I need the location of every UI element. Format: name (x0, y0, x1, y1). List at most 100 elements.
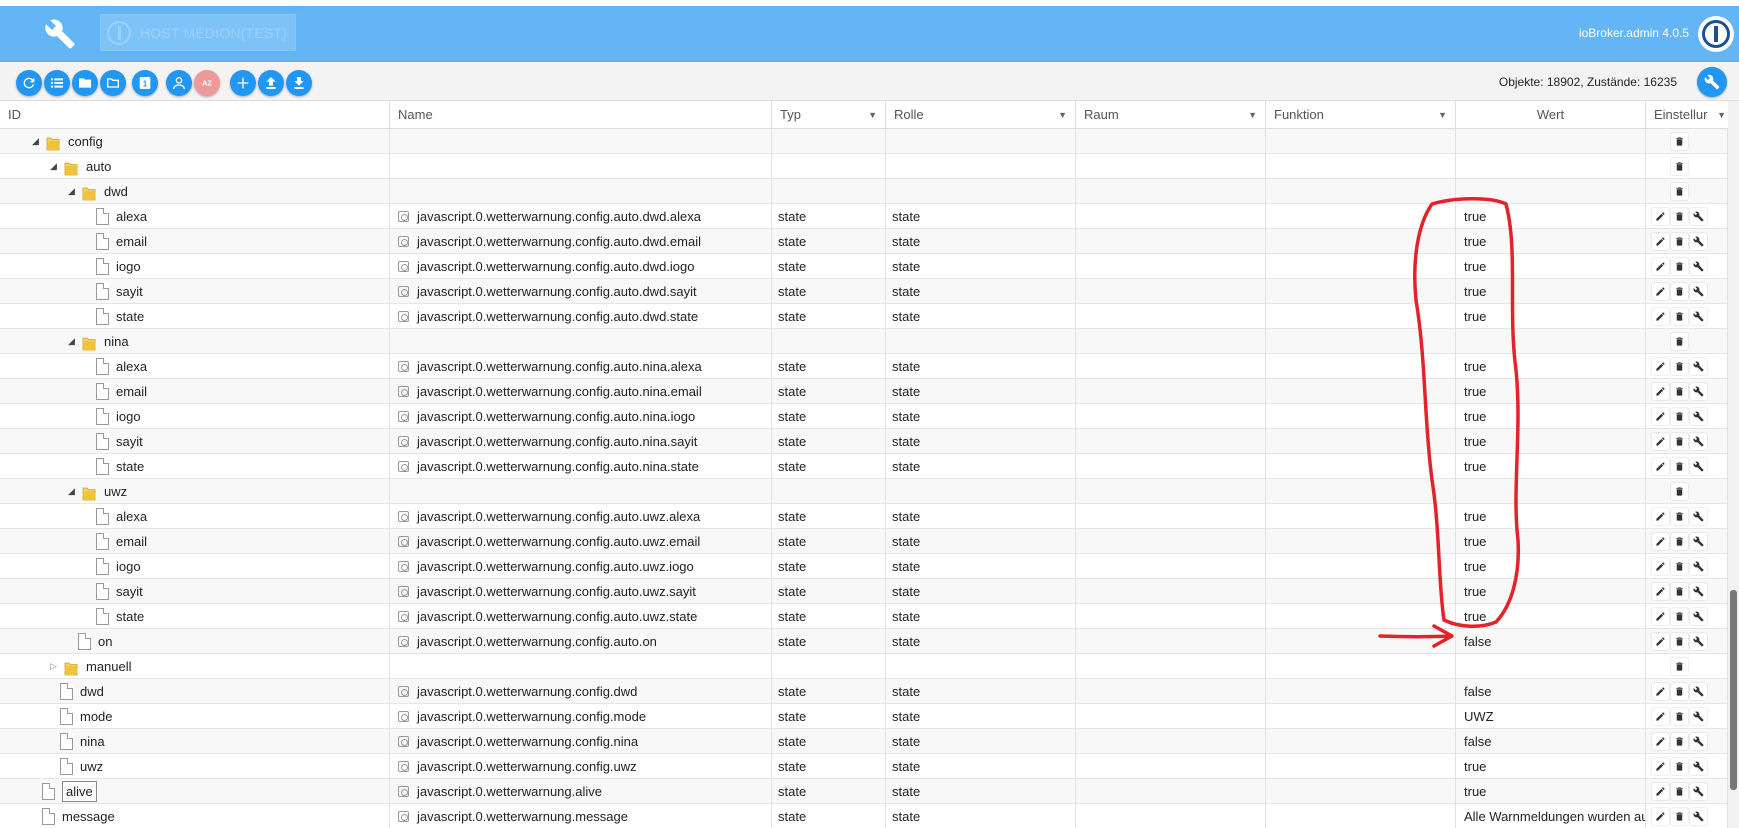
table-row[interactable]: iogo javascript.0.wetterwarnung.config.au… (0, 554, 1728, 579)
custom-settings-button[interactable] (1690, 508, 1707, 525)
edit-button[interactable] (1652, 508, 1669, 525)
custom-settings-button[interactable] (1690, 783, 1707, 800)
delete-button[interactable] (1671, 783, 1688, 800)
edit-button[interactable] (1652, 458, 1669, 475)
delete-button[interactable] (1671, 708, 1688, 725)
table-row[interactable]: state javascript.0.wetterwarnung.config.a… (0, 304, 1728, 329)
wert-cell[interactable]: true (1456, 404, 1646, 429)
wert-cell[interactable]: true (1456, 604, 1646, 629)
column-header-id[interactable]: ID (0, 101, 390, 129)
wrench-icon[interactable] (44, 18, 76, 50)
table-row[interactable]: ◢ uwz (0, 479, 1728, 504)
wert-cell[interactable]: Alle Warnmeldungen wurden au (1456, 804, 1646, 828)
custom-settings-button[interactable] (1690, 758, 1707, 775)
settings-button[interactable] (1697, 67, 1727, 97)
table-row[interactable]: email javascript.0.wetterwarnung.config.a… (0, 229, 1728, 254)
custom-settings-button[interactable] (1690, 583, 1707, 600)
table-row[interactable]: on javascript.0.wetterwarnung.config.auto… (0, 629, 1728, 654)
sort-button[interactable]: AZ (194, 70, 220, 96)
delete-button[interactable] (1671, 408, 1688, 425)
custom-settings-button[interactable] (1690, 558, 1707, 575)
custom-settings-button[interactable] (1690, 608, 1707, 625)
delete-button[interactable] (1671, 683, 1688, 700)
table-row[interactable]: message javascript.0.wetterwarnung.messag… (0, 804, 1728, 828)
edit-button[interactable] (1652, 608, 1669, 625)
add-object-button[interactable] (230, 70, 256, 96)
edit-button[interactable] (1652, 433, 1669, 450)
refresh-button[interactable] (16, 70, 42, 96)
table-row[interactable]: state javascript.0.wetterwarnung.config.a… (0, 454, 1728, 479)
custom-settings-button[interactable] (1690, 458, 1707, 475)
column-header-wert[interactable]: Wert (1456, 101, 1646, 129)
custom-settings-button[interactable] (1690, 708, 1707, 725)
delete-button[interactable] (1671, 433, 1688, 450)
delete-button[interactable] (1671, 283, 1688, 300)
edit-button[interactable] (1652, 308, 1669, 325)
custom-settings-button[interactable] (1690, 258, 1707, 275)
filter-dropdown-icon[interactable]: ▼ (868, 101, 877, 129)
delete-button[interactable] (1671, 458, 1688, 475)
table-row[interactable]: ◢ auto (0, 154, 1728, 179)
wert-cell[interactable]: UWZ (1456, 704, 1646, 729)
table-row[interactable]: alexa javascript.0.wetterwarnung.config.a… (0, 204, 1728, 229)
table-row[interactable]: ◢ dwd (0, 179, 1728, 204)
collapse-triangle-icon[interactable]: ◢ (50, 154, 57, 179)
iobroker-brand-icon[interactable] (1698, 16, 1734, 52)
edit-button[interactable] (1652, 233, 1669, 250)
column-header-einstellungen[interactable]: Einstellur ▼ (1646, 101, 1728, 129)
table-row[interactable]: sayit javascript.0.wetterwarnung.config.a… (0, 579, 1728, 604)
wert-cell[interactable]: false (1456, 679, 1646, 704)
custom-settings-button[interactable] (1690, 733, 1707, 750)
delete-button[interactable] (1671, 658, 1688, 675)
custom-settings-button[interactable] (1690, 383, 1707, 400)
edit-button[interactable] (1652, 583, 1669, 600)
wert-cell[interactable]: true (1456, 554, 1646, 579)
delete-button[interactable] (1671, 358, 1688, 375)
wert-cell[interactable]: false (1456, 729, 1646, 754)
custom-settings-button[interactable] (1690, 283, 1707, 300)
collapse-triangle-icon[interactable]: ◢ (68, 329, 75, 354)
custom-settings-button[interactable] (1690, 808, 1707, 825)
table-row[interactable]: alexa javascript.0.wetterwarnung.config.a… (0, 354, 1728, 379)
table-row[interactable]: email javascript.0.wetterwarnung.config.a… (0, 529, 1728, 554)
table-row[interactable]: alive javascript.0.wetterwarnung.alive sta… (0, 779, 1728, 804)
delete-button[interactable] (1671, 508, 1688, 525)
wert-cell[interactable]: true (1456, 379, 1646, 404)
custom-settings-button[interactable] (1690, 233, 1707, 250)
custom-settings-button[interactable] (1690, 308, 1707, 325)
table-row[interactable]: ◢ nina (0, 329, 1728, 354)
table-row[interactable]: ▷ manuell (0, 654, 1728, 679)
table-row[interactable]: email javascript.0.wetterwarnung.config.a… (0, 379, 1728, 404)
table-row[interactable]: state javascript.0.wetterwarnung.config.a… (0, 604, 1728, 629)
edit-button[interactable] (1652, 358, 1669, 375)
expand-level-button[interactable]: 1 (132, 70, 158, 96)
delete-button[interactable] (1671, 533, 1688, 550)
column-header-funktion[interactable]: Funktion ▼ (1266, 101, 1456, 129)
custom-settings-button[interactable] (1690, 358, 1707, 375)
table-row[interactable]: sayit javascript.0.wetterwarnung.config.a… (0, 279, 1728, 304)
list-view-button[interactable] (44, 70, 70, 96)
collapse-triangle-icon[interactable]: ◢ (32, 129, 39, 154)
custom-settings-button[interactable] (1690, 533, 1707, 550)
table-row[interactable]: iogo javascript.0.wetterwarnung.config.au… (0, 404, 1728, 429)
table-row[interactable]: dwd javascript.0.wetterwarnung.config.dwd… (0, 679, 1728, 704)
delete-button[interactable] (1671, 808, 1688, 825)
delete-button[interactable] (1671, 633, 1688, 650)
delete-button[interactable] (1671, 183, 1688, 200)
collapse-all-button[interactable] (100, 70, 126, 96)
edit-button[interactable] (1652, 708, 1669, 725)
custom-settings-button[interactable] (1690, 408, 1707, 425)
column-header-raum[interactable]: Raum ▼ (1076, 101, 1266, 129)
column-header-name[interactable]: Name (390, 101, 772, 129)
wert-cell[interactable]: true (1456, 754, 1646, 779)
delete-button[interactable] (1671, 733, 1688, 750)
wert-cell[interactable]: true (1456, 229, 1646, 254)
table-row[interactable]: mode javascript.0.wetterwarnung.config.mo… (0, 704, 1728, 729)
delete-button[interactable] (1671, 383, 1688, 400)
collapse-triangle-icon[interactable]: ◢ (68, 479, 75, 504)
custom-settings-button[interactable] (1690, 633, 1707, 650)
wert-cell[interactable]: true (1456, 354, 1646, 379)
filter-dropdown-icon[interactable]: ▼ (1438, 101, 1447, 129)
custom-settings-button[interactable] (1690, 683, 1707, 700)
upload-button[interactable] (258, 70, 284, 96)
